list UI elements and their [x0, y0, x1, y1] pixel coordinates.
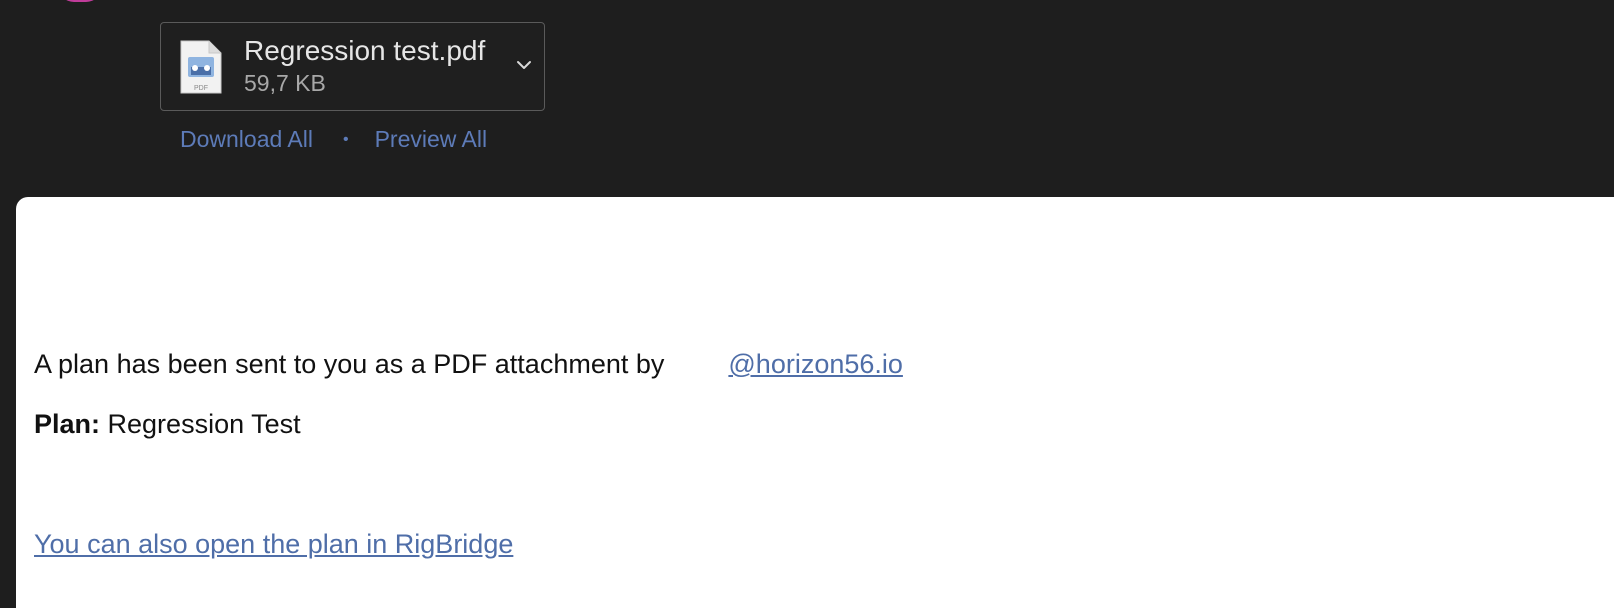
attachment-card[interactable]: PDF Regression test.pdf 59,7 KB: [160, 22, 545, 111]
message-body: A plan has been sent to you as a PDF att…: [16, 197, 1614, 608]
attachment-file-size: 59,7 KB: [244, 70, 326, 96]
plan-label: Plan:: [34, 409, 101, 439]
email-viewer: PDF Regression test.pdf 59,7 KB Download…: [0, 0, 1614, 608]
preview-all-link[interactable]: Preview All: [375, 126, 487, 152]
intro-text: A plan has been sent to you as a PDF att…: [34, 349, 665, 379]
plan-line: Plan: Regression Test: [34, 409, 301, 440]
svg-text:PDF: PDF: [194, 85, 208, 92]
sender-link[interactable]: @horizon56.io: [728, 349, 903, 379]
open-plan-line: You can also open the plan in RigBridge: [34, 529, 513, 560]
download-all-link[interactable]: Download All: [180, 126, 313, 152]
pdf-file-icon: PDF: [180, 40, 222, 94]
attachment-actions: Download All • Preview All: [180, 126, 487, 153]
plan-name: Regression Test: [107, 409, 301, 439]
actions-separator: •: [342, 131, 349, 148]
chevron-down-icon[interactable]: [516, 59, 532, 71]
avatar[interactable]: [58, 0, 102, 2]
attachment-file-name: Regression test.pdf: [244, 35, 486, 66]
open-in-rigbridge-link[interactable]: You can also open the plan in RigBridge: [34, 529, 513, 559]
intro-line: A plan has been sent to you as a PDF att…: [34, 349, 903, 380]
